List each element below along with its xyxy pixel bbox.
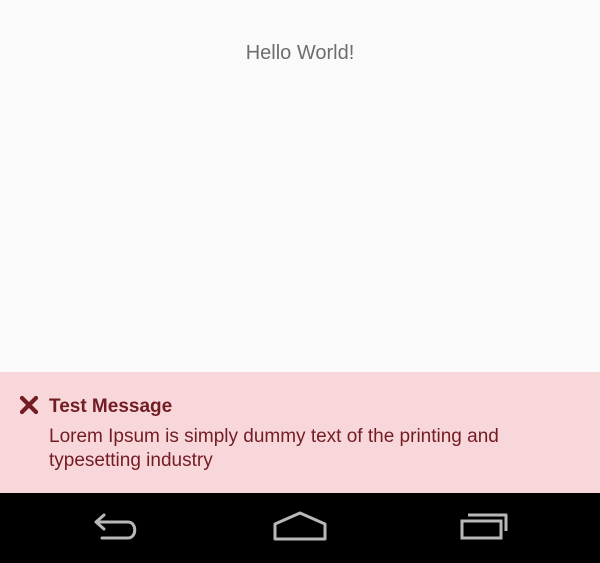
- main-content: Hello World!: [0, 0, 600, 372]
- home-icon: [273, 511, 327, 541]
- close-icon[interactable]: [18, 394, 40, 416]
- alert-body: Lorem Ipsum is simply dummy text of the …: [49, 426, 499, 471]
- hello-text: Hello World!: [245, 42, 355, 64]
- app-screen: Hello World! Test Message Lorem Ipsum is…: [0, 0, 600, 563]
- android-navigation-bar: [0, 493, 600, 563]
- recents-button[interactable]: [454, 508, 514, 544]
- recents-icon: [460, 513, 508, 540]
- back-button[interactable]: [86, 508, 146, 544]
- back-icon: [94, 513, 137, 540]
- alert-title: Test Message: [49, 396, 173, 417]
- home-button[interactable]: [270, 508, 330, 544]
